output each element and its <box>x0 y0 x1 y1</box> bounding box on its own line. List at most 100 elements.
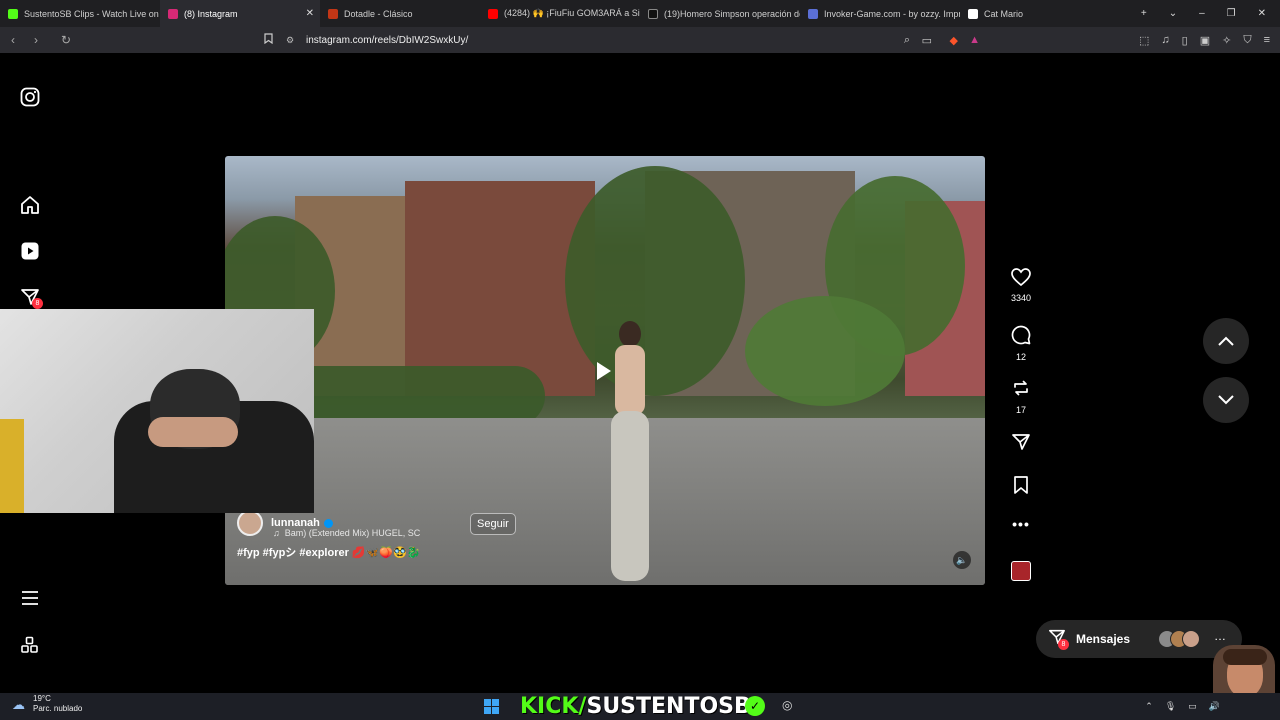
reload-icon[interactable]: ↻ <box>56 33 76 47</box>
kick-favicon-icon <box>8 8 18 19</box>
bookmark-save-icon[interactable] <box>1013 475 1029 495</box>
site-info-icon[interactable]: ⚙ <box>286 35 294 46</box>
person-walking <box>605 321 655 581</box>
address-bar[interactable]: ⚙ instagram.com/reels/DbIW2SwxkUy/ <box>264 30 998 50</box>
new-tab-icon[interactable]: + <box>1141 8 1147 19</box>
tab-dotadle[interactable]: Dotadle - Clásico <box>320 0 480 27</box>
menu-icon[interactable]: ≡ <box>1264 34 1270 46</box>
sidebar-toggle-icon[interactable]: ▯ <box>1182 34 1188 47</box>
instagram-favicon-icon <box>168 8 178 19</box>
close-tab-icon[interactable]: ✕ <box>306 8 314 19</box>
comment-count: 12 <box>1015 352 1026 362</box>
messages-label: Mensajes <box>1076 632 1131 646</box>
leo-ai-icon[interactable]: ✧ <box>1222 34 1231 47</box>
share-action[interactable] <box>1005 432 1037 457</box>
tab-youtube[interactable]: (4284) 🙌 ¡FiuFiu GOM3ARÁ a Side <box>480 0 640 27</box>
save-action[interactable] <box>1005 475 1037 500</box>
share-icon[interactable] <box>1011 432 1031 452</box>
volume-icon[interactable]: 🔊 <box>1209 701 1220 712</box>
url-text: instagram.com/reels/DbIW2SwxkUy/ <box>306 34 469 46</box>
invoker-favicon-icon <box>808 8 818 19</box>
hedge <box>285 366 545 426</box>
repost-icon[interactable] <box>1011 378 1031 398</box>
weather-widget[interactable]: 19°C Parc. nublado <box>33 694 82 714</box>
messages-send-icon: 8 <box>1048 628 1069 651</box>
instagram-logo-icon[interactable] <box>20 87 40 107</box>
tab-sustentosb-clips[interactable]: SustentoSB Clips - Watch Live on K <box>0 0 160 27</box>
mute-toggle-icon[interactable]: 🔈 <box>953 551 971 569</box>
repost-count: 17 <box>1015 405 1026 415</box>
app-icon[interactable]: ◎ <box>782 698 792 712</box>
more-options-icon[interactable]: ••• <box>1005 516 1037 532</box>
rewards-icon[interactable]: ▲ <box>969 34 980 46</box>
media-icon[interactable]: ♫ <box>1161 34 1169 46</box>
zoom-icon[interactable]: ⌕ <box>904 34 910 47</box>
windows-taskbar: ☁ 19°C Parc. nublado KICK/SUSTENTOSB ✓ ◎… <box>0 693 1280 720</box>
vpn-icon[interactable]: ⛉ <box>1243 34 1251 47</box>
reel-meta: lunnanah ♫ Bam) (Extended Mix) HUGEL, SC… <box>237 510 516 559</box>
cat-favicon-icon <box>968 8 978 19</box>
reel-hashtags[interactable]: #fyp #fypシ #explorer 💋🦋🍑🥸🐉 <box>237 544 420 560</box>
extensions-icon[interactable]: ⬚ <box>1139 34 1149 47</box>
chevron-down-icon <box>1218 395 1234 405</box>
cast-icon[interactable]: ▭ <box>922 34 932 47</box>
play-icon[interactable] <box>597 362 611 380</box>
kick-channel-overlay: KICK/SUSTENTOSB <box>520 694 751 719</box>
previous-reel-button[interactable] <box>1203 318 1249 364</box>
comment-action[interactable]: 12 <box>1005 325 1037 362</box>
back-icon[interactable]: ‹ <box>3 33 23 47</box>
microphone-icon[interactable]: 🎙 <box>1165 701 1176 712</box>
streamer-webcam <box>0 309 314 513</box>
network-icon[interactable]: ▭ <box>1188 701 1197 712</box>
tree <box>745 296 905 406</box>
window-controls: + ⌄ – ❐ ✕ <box>1141 0 1280 27</box>
youtube-favicon-icon <box>488 8 498 19</box>
dotadle-favicon-icon <box>328 8 338 19</box>
tray-chevron-icon[interactable]: ⌃ <box>1145 701 1153 712</box>
verified-badge-icon <box>323 518 333 528</box>
tiktok-favicon-icon <box>648 8 658 19</box>
tab-invoker-game[interactable]: Invoker-Game.com - by ozzy. Impro <box>800 0 960 27</box>
like-count: 3340 <box>1010 293 1032 303</box>
messages-button[interactable]: 8 Mensajes … <box>1036 620 1242 658</box>
also-from-meta-icon[interactable] <box>20 635 40 655</box>
song-info[interactable]: ♫ Bam) (Extended Mix) HUGEL, SC <box>273 528 420 538</box>
tab-tiktok[interactable]: (19)Homero Simpson operación de <box>640 0 800 27</box>
reel-video[interactable]: lunnanah ♫ Bam) (Extended Mix) HUGEL, SC… <box>225 156 985 585</box>
close-window-icon[interactable]: ✕ <box>1258 8 1266 19</box>
system-tray: ⌃ 🎙 ▭ 🔊 <box>1145 693 1220 720</box>
messages-badge: 8 <box>1058 638 1069 650</box>
notification-badge: 8 <box>32 298 43 309</box>
author-avatar[interactable] <box>237 510 263 536</box>
tree <box>565 166 745 396</box>
home-icon[interactable] <box>20 195 40 215</box>
minimize-icon[interactable]: – <box>1199 8 1205 19</box>
more-menu-icon[interactable] <box>20 588 40 608</box>
direct-messages-icon[interactable]: 8 <box>20 287 43 309</box>
weather-icon: ☁ <box>12 697 25 712</box>
next-reel-button[interactable] <box>1203 377 1249 423</box>
reels-icon[interactable] <box>20 241 40 261</box>
restore-icon[interactable]: ❐ <box>1227 8 1236 19</box>
more-avatars-icon: … <box>1214 629 1226 643</box>
follow-button[interactable]: Seguir <box>470 513 516 535</box>
brave-shield-icon[interactable]: ◆ <box>950 34 958 47</box>
tab-instagram[interactable]: (8) Instagram ✕ <box>160 0 320 27</box>
repost-action[interactable]: 17 <box>1005 378 1037 415</box>
forward-icon[interactable]: › <box>26 33 46 47</box>
heart-icon[interactable] <box>1011 268 1031 287</box>
kick-verified-icon: ✓ <box>745 696 765 716</box>
windows-start-icon[interactable] <box>484 699 499 719</box>
bookmark-icon[interactable] <box>264 33 273 47</box>
browser-tab-bar: SustentoSB Clips - Watch Live on K (8) I… <box>0 0 1280 27</box>
comment-icon[interactable] <box>1011 325 1031 345</box>
tab-cat-mario[interactable]: Cat Mario <box>960 0 1120 27</box>
tab-list-chevron-icon[interactable]: ⌄ <box>1169 8 1177 19</box>
like-action[interactable]: 3340 <box>1005 268 1037 303</box>
chevron-up-icon <box>1218 336 1234 346</box>
toolbar-icons: ⌕ ▭ ◆ ▲ ⬚ ♫ ▯ ▣ ✧ ⛉ ≡ <box>904 27 1270 53</box>
audio-thumbnail[interactable] <box>1011 561 1031 581</box>
message-avatars <box>1158 630 1200 648</box>
wallet-icon[interactable]: ▣ <box>1200 34 1210 47</box>
address-row: ‹ › ↻ ⚙ instagram.com/reels/DbIW2SwxkUy/… <box>0 27 1280 53</box>
